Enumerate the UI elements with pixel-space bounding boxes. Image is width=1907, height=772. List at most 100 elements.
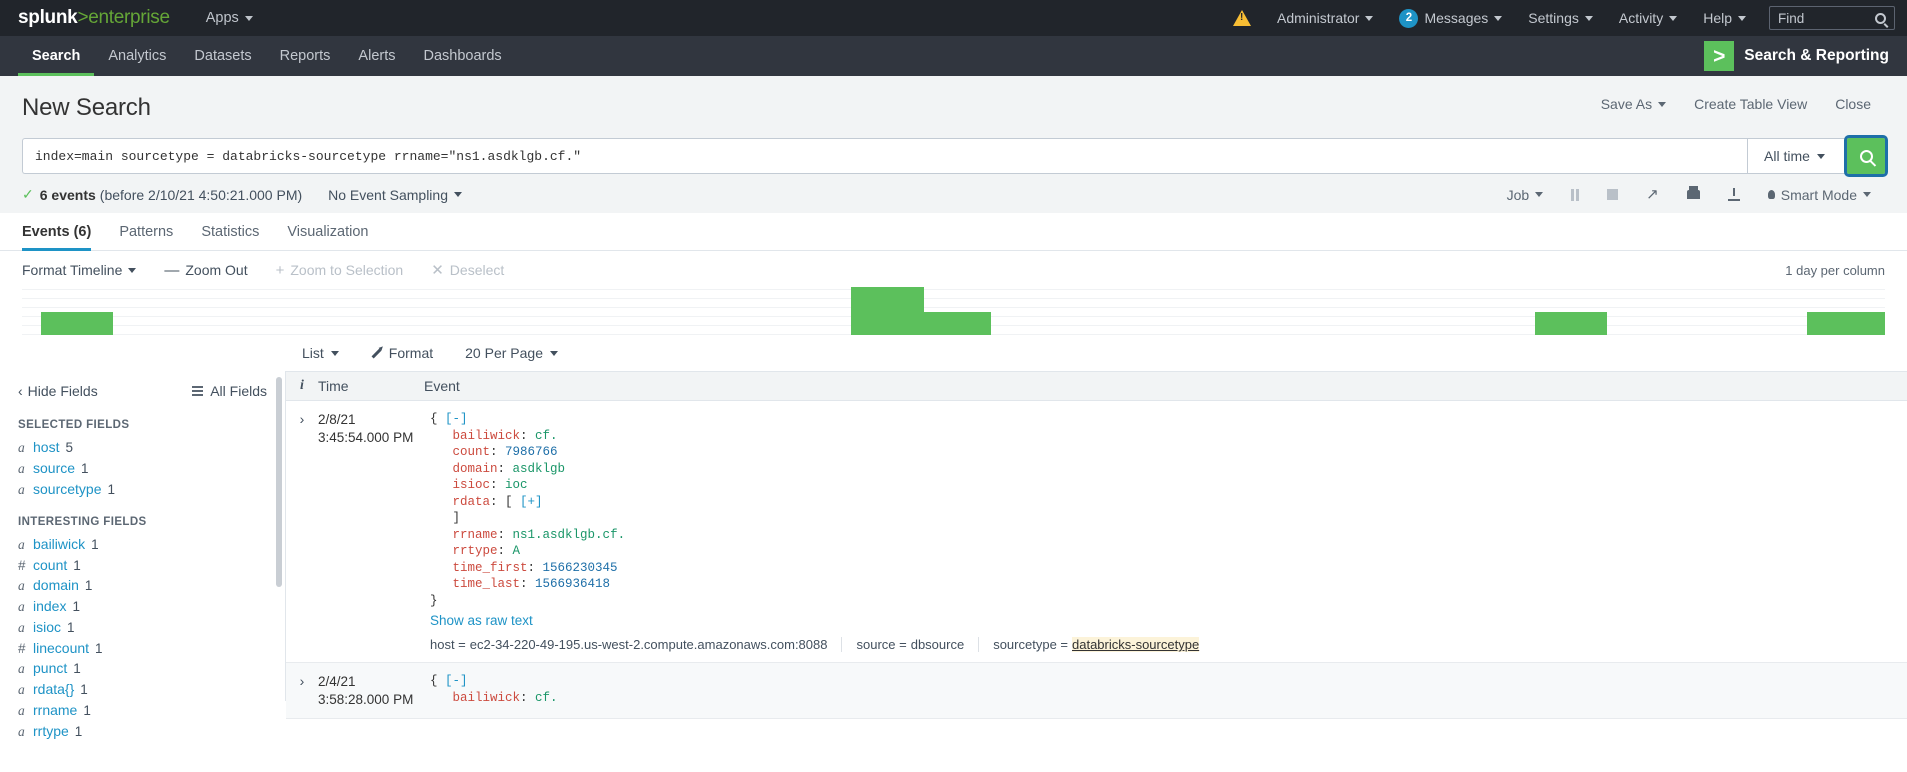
zoom-to-selection-button[interactable]: + Zoom to Selection bbox=[276, 262, 432, 279]
settings-menu[interactable]: Settings bbox=[1515, 0, 1606, 36]
json-field-line[interactable]: count: 7986766 bbox=[430, 444, 1907, 461]
field-selected-source[interactable]: a source 1 bbox=[0, 458, 285, 479]
json-field-line[interactable]: domain: asdklgb bbox=[430, 461, 1907, 478]
help-menu[interactable]: Help bbox=[1690, 0, 1759, 36]
deselect-button[interactable]: ✕ Deselect bbox=[431, 261, 532, 279]
metadata-sourcetype[interactable]: sourcetype = databricks-sourcetype bbox=[993, 637, 1213, 652]
nav-item-reports[interactable]: Reports bbox=[266, 36, 345, 76]
event-timestamp[interactable]: 2/8/21 3:45:54.000 PM bbox=[318, 401, 424, 662]
field-interesting-domain[interactable]: a domain 1 bbox=[0, 575, 285, 596]
json-field-line[interactable]: bailiwick: cf. bbox=[430, 690, 1907, 707]
run-search-button[interactable] bbox=[1844, 135, 1888, 177]
save-as-button[interactable]: Save As bbox=[1587, 96, 1680, 112]
format-timeline-menu[interactable]: Format Timeline bbox=[22, 262, 164, 278]
fields-sidebar-header: ‹ Hide Fields All Fields bbox=[0, 371, 285, 413]
event-metadata: host = ec2-34-220-49-195.us-west-2.comput… bbox=[430, 637, 1907, 652]
json-field-line[interactable]: time_last: 1566936418 bbox=[430, 576, 1907, 593]
timeline-bars[interactable] bbox=[22, 287, 1885, 335]
metadata-source[interactable]: source = dbsource bbox=[856, 637, 980, 652]
nav-item-analytics[interactable]: Analytics bbox=[94, 36, 180, 76]
field-selected-host[interactable]: a host 5 bbox=[0, 437, 285, 458]
activity-menu[interactable]: Activity bbox=[1606, 0, 1690, 36]
share-button[interactable]: ↗ bbox=[1632, 187, 1673, 202]
metadata-host[interactable]: host = ec2-34-220-49-195.us-west-2.comput… bbox=[430, 637, 843, 652]
timeline-bar[interactable] bbox=[40, 311, 114, 335]
create-table-view-button[interactable]: Create Table View bbox=[1680, 96, 1821, 112]
splunk-logo[interactable]: splunk > enterprise bbox=[18, 7, 170, 29]
events-timeline-chart[interactable] bbox=[22, 287, 1885, 335]
field-name: linecount bbox=[33, 640, 90, 656]
field-interesting-rrtype[interactable]: a rrtype 1 bbox=[0, 721, 285, 742]
json-open-brace[interactable]: { [-] bbox=[430, 411, 1907, 428]
tab-statistics[interactable]: Statistics bbox=[187, 213, 273, 250]
show-raw-text-link[interactable]: Show as raw text bbox=[430, 613, 1907, 628]
print-button[interactable] bbox=[1673, 186, 1714, 199]
field-interesting-index[interactable]: a index 1 bbox=[0, 596, 285, 617]
chevron-right-icon[interactable]: › bbox=[286, 401, 318, 662]
hide-fields-button[interactable]: ‹ Hide Fields bbox=[18, 383, 98, 399]
messages-menu[interactable]: 2 Messages bbox=[1386, 0, 1515, 36]
per-page-menu[interactable]: 20 Per Page bbox=[449, 345, 574, 361]
field-interesting-rdata[interactable]: a rdata{} 1 bbox=[0, 679, 285, 700]
zoom-out-button[interactable]: — Zoom Out bbox=[164, 262, 275, 279]
list-view-menu[interactable]: List bbox=[286, 345, 355, 361]
search-bar-row: index=main sourcetype = databricks-sourc… bbox=[0, 122, 1907, 177]
json-field-line[interactable]: rrtype: A bbox=[430, 543, 1907, 560]
event-timestamp[interactable]: 2/4/21 3:58:28.000 PM bbox=[318, 663, 424, 718]
tab-visualization[interactable]: Visualization bbox=[273, 213, 382, 250]
json-field-line[interactable]: bailiwick: cf. bbox=[430, 428, 1907, 445]
json-field-line[interactable]: ] bbox=[430, 510, 1907, 527]
current-app-brand[interactable]: > Search & Reporting bbox=[1704, 36, 1907, 76]
pause-button[interactable] bbox=[1557, 188, 1593, 201]
export-button[interactable] bbox=[1714, 188, 1754, 201]
timeline-bar[interactable] bbox=[923, 311, 991, 335]
field-interesting-rrname[interactable]: a rrname 1 bbox=[0, 700, 285, 721]
lightbulb-icon bbox=[1767, 190, 1775, 199]
field-interesting-count[interactable]: # count 1 bbox=[0, 555, 285, 575]
nav-item-alerts[interactable]: Alerts bbox=[344, 36, 409, 76]
column-header-time[interactable]: Time bbox=[318, 378, 424, 394]
timeline-bar[interactable] bbox=[1806, 311, 1885, 335]
column-header-event[interactable]: Event bbox=[424, 378, 1907, 394]
field-interesting-linecount[interactable]: # linecount 1 bbox=[0, 638, 285, 658]
close-button[interactable]: Close bbox=[1821, 96, 1885, 112]
chevron-right-icon[interactable]: › bbox=[286, 663, 318, 718]
field-interesting-bailiwick[interactable]: a bailiwick 1 bbox=[0, 534, 285, 555]
stop-button[interactable] bbox=[1593, 189, 1632, 200]
nav-item-dashboards[interactable]: Dashboards bbox=[410, 36, 516, 76]
event-sampling-menu[interactable]: No Event Sampling bbox=[328, 187, 462, 203]
numeric-field-icon: # bbox=[18, 558, 26, 573]
job-menu-button[interactable]: Job bbox=[1493, 187, 1558, 203]
tab-patterns[interactable]: Patterns bbox=[105, 213, 187, 250]
nav-item-datasets[interactable]: Datasets bbox=[180, 36, 265, 76]
json-field-line[interactable]: time_first: 1566230345 bbox=[430, 560, 1907, 577]
nav-item-search[interactable]: Search bbox=[18, 36, 95, 76]
search-mode-menu[interactable]: Smart Mode bbox=[1754, 187, 1885, 203]
json-field-line[interactable]: rrname: ns1.asdklgb.cf. bbox=[430, 527, 1907, 544]
json-field-line[interactable]: rdata: [ [+] bbox=[430, 494, 1907, 511]
time-range-picker[interactable]: All time bbox=[1747, 138, 1847, 174]
metadata-value[interactable]: ec2-34-220-49-195.us-west-2.compute.amaz… bbox=[470, 637, 828, 652]
format-results-button[interactable]: Format bbox=[355, 345, 449, 361]
field-interesting-isioc[interactable]: a isioc 1 bbox=[0, 617, 285, 638]
metadata-value[interactable]: databricks-sourcetype bbox=[1072, 637, 1200, 652]
tab-events[interactable]: Events (6) bbox=[22, 213, 105, 251]
fields-sidebar: ‹ Hide Fields All Fields SELECTED FIELDS… bbox=[0, 371, 286, 739]
metadata-value[interactable]: dbsource bbox=[911, 637, 964, 652]
all-fields-button[interactable]: All Fields bbox=[192, 383, 267, 399]
json-field-line[interactable]: isioc: ioc bbox=[430, 477, 1907, 494]
user-menu[interactable]: Administrator bbox=[1264, 0, 1386, 36]
search-query-input[interactable]: index=main sourcetype = databricks-sourc… bbox=[22, 138, 1747, 174]
json-open-brace[interactable]: { [-] bbox=[430, 673, 1907, 690]
event-date: 2/4/21 bbox=[318, 674, 356, 689]
warning-indicator[interactable] bbox=[1220, 0, 1264, 36]
field-interesting-punct[interactable]: a punct 1 bbox=[0, 658, 285, 679]
column-header-info: i bbox=[300, 378, 304, 393]
field-selected-sourcetype[interactable]: a sourcetype 1 bbox=[0, 479, 285, 500]
find-input[interactable]: Find bbox=[1769, 6, 1895, 30]
timeline-bar[interactable] bbox=[851, 287, 924, 335]
apps-menu[interactable]: Apps bbox=[206, 10, 253, 26]
sidebar-scrollbar[interactable] bbox=[276, 377, 282, 587]
plus-icon: + bbox=[275, 261, 285, 279]
timeline-bar[interactable] bbox=[1534, 311, 1608, 335]
